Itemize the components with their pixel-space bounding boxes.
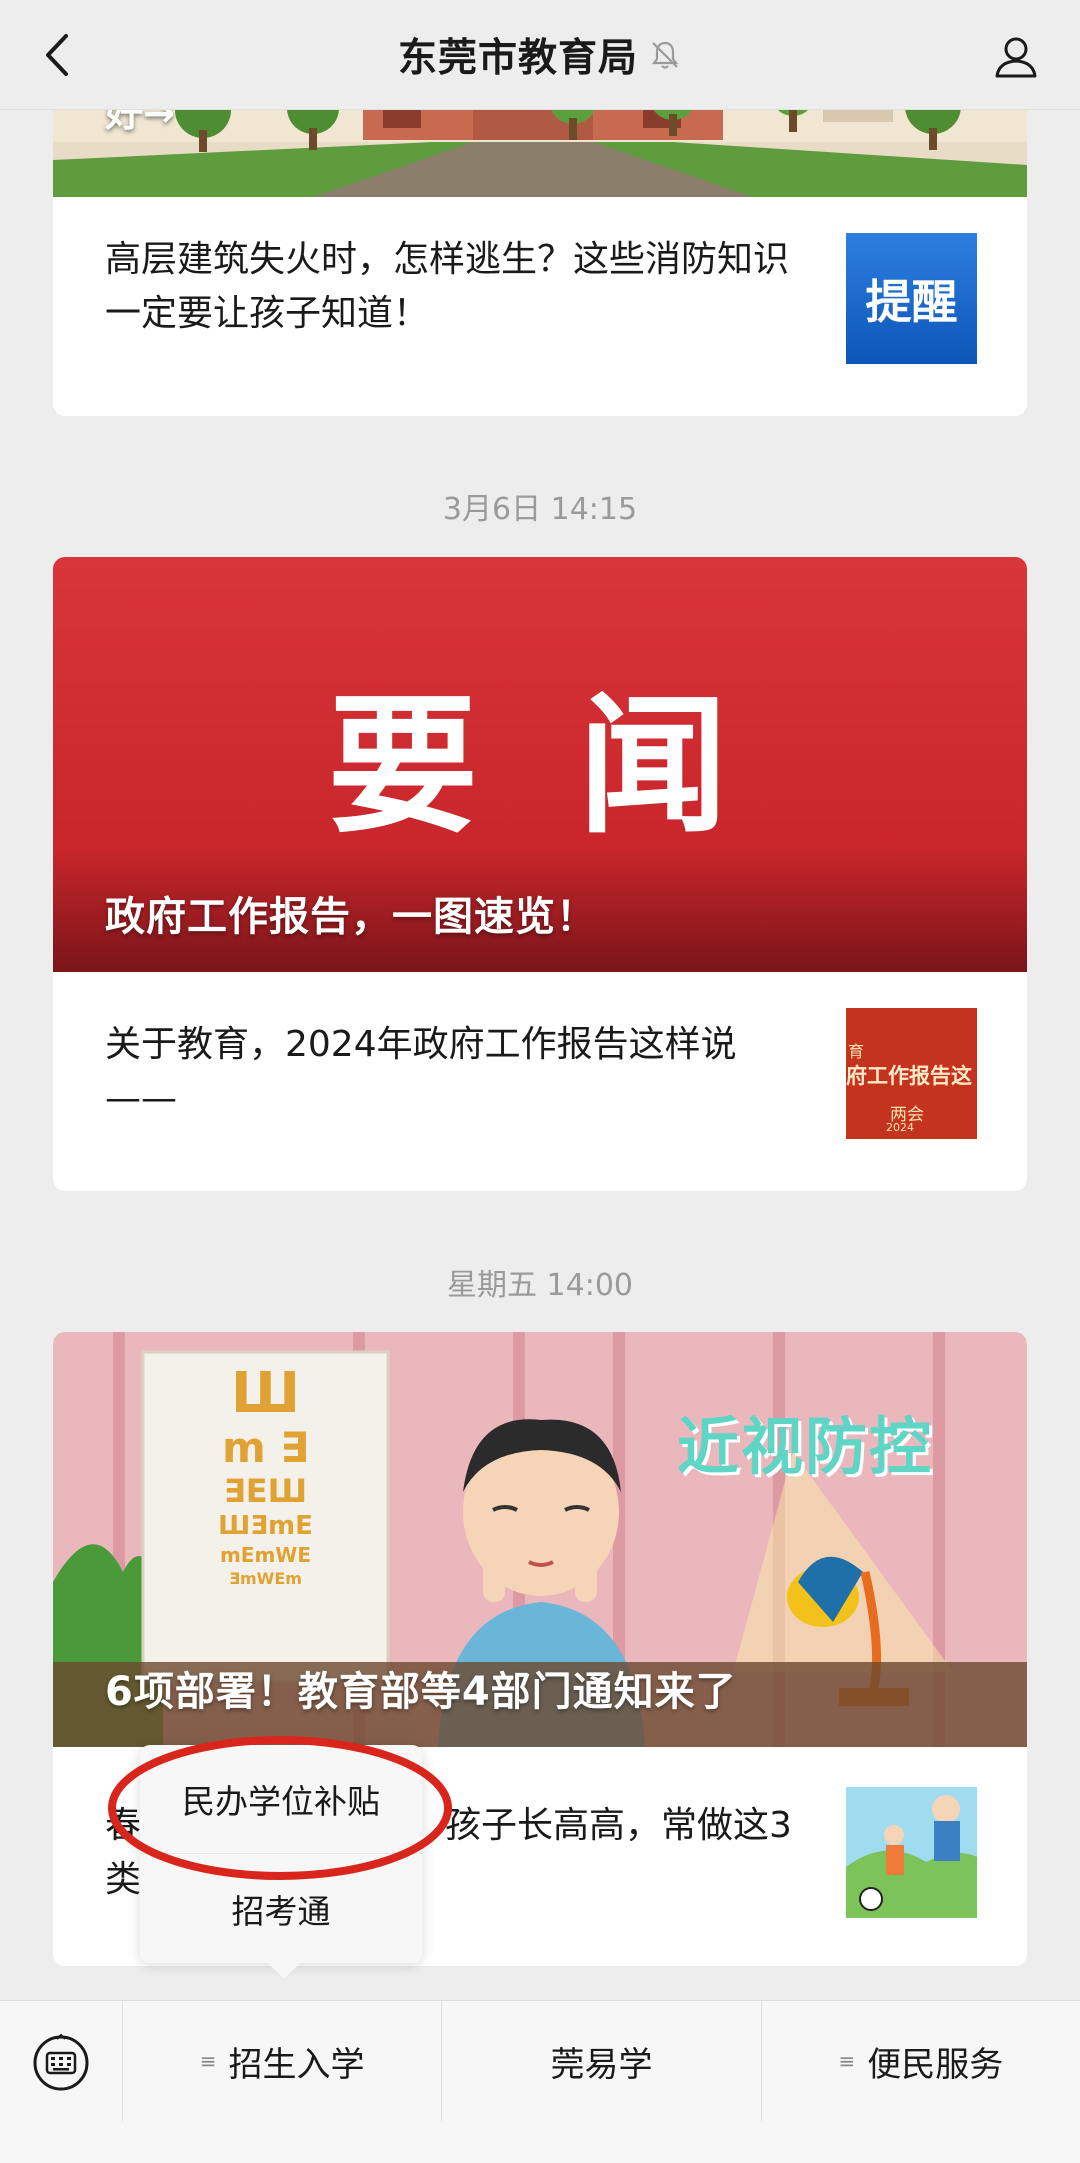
- back-button[interactable]: [30, 28, 84, 82]
- keyboard-toggle-button[interactable]: [0, 2001, 122, 2121]
- article-cover[interactable]: 要 闻 政府工作报告，一图速览！: [53, 557, 1027, 972]
- submenu-indicator-icon: ≡: [838, 2049, 856, 2073]
- top-bar: 东莞市教育局: [0, 0, 1080, 110]
- submenu-item-exam-service[interactable]: 招考通: [140, 1854, 422, 1963]
- cover-title: 6项部署！教育部等4部门通知来了: [105, 1669, 737, 1715]
- eye-chart-row: ШƎmE: [218, 1511, 313, 1541]
- article-thumbnail: [846, 1787, 977, 1918]
- article-sub-item[interactable]: 高层建筑失火时，怎样逃生？这些消防知识一定要让孩子知道！ 提醒: [53, 197, 1027, 415]
- title-group: 东莞市教育局: [398, 27, 682, 83]
- article-cover[interactable]: Ш m ∃ ∃EШ ШƎmE mEmWE ƎmWEm 近视防控 6项部署！教育部…: [53, 1332, 1027, 1747]
- article-sub-title-left: 春: [105, 1805, 142, 1846]
- eye-chart-row: mEmWE: [219, 1543, 312, 1567]
- eye-chart-row: Ш: [230, 1361, 301, 1426]
- article-thumbnail: 育 府工作报告这 两会 2024: [846, 1008, 977, 1139]
- bottom-menu-bar: ≡ 招生入学 莞易学 ≡ 便民服务: [0, 2000, 1080, 2163]
- eye-chart-row: m ∃: [221, 1423, 310, 1472]
- submenu-pointer: [268, 1963, 300, 1979]
- article-sub-title: 高层建筑失火时，怎样逃生？这些消防知识一定要让孩子知道！: [105, 239, 790, 334]
- cover-title: 政府工作报告，一图速览！: [105, 894, 597, 940]
- article-sub-item[interactable]: 关于教育，2024年政府工作报告这样说—— 育 府工作报告这 两会 2024: [53, 972, 1027, 1190]
- article-thumbnail: 提醒: [846, 233, 977, 364]
- eye-chart: Ш m ∃ ∃EШ ШƎmE mEmWE ƎmWEm: [148, 1364, 383, 1590]
- profile-button[interactable]: [988, 28, 1044, 84]
- cover-badge: 近视防控: [677, 1410, 934, 1483]
- chat-screen: 东莞市教育局 好→ 高层建筑失火时，怎样逃生？这些消防知识一定要让孩子知道！ 提…: [0, 0, 1080, 2163]
- eye-chart-row: ∃EШ: [223, 1472, 308, 1510]
- submenu-popup: 民办学位补贴 招考通: [140, 1745, 422, 1979]
- menu-item-label: 便民服务: [867, 2044, 1004, 2085]
- thumb-line: 府工作报告这: [846, 1064, 972, 1088]
- menu-item-guan-yi-xue[interactable]: 莞易学: [441, 2001, 760, 2121]
- cover-headline-big: 要 闻: [327, 680, 753, 854]
- thumb-illustration: [846, 1787, 977, 1918]
- chevron-left-icon: [46, 34, 68, 76]
- person-icon: [995, 37, 1037, 78]
- article-card-gov-report[interactable]: 要 闻 政府工作报告，一图速览！ 关于教育，2024年政府工作报告这样说—— 育…: [53, 557, 1027, 1191]
- article-sub-title: 关于教育，2024年政府工作报告这样说——: [105, 1024, 737, 1119]
- menu-item-label: 莞易学: [550, 2044, 653, 2085]
- submenu-indicator-icon: ≡: [199, 2049, 217, 2073]
- message-timestamp: 星期五 14:00: [447, 1268, 633, 1303]
- keyboard-icon: [33, 2033, 89, 2091]
- article-card-fire-safety[interactable]: 好→ 高层建筑失火时，怎样逃生？这些消防知识一定要让孩子知道！ 提醒: [53, 70, 1027, 416]
- menu-item-public-services[interactable]: ≡ 便民服务: [760, 2001, 1080, 2121]
- eye-chart-row: ƎmWEm: [229, 1569, 302, 1588]
- menu-item-label: 招生入学: [228, 2044, 365, 2085]
- thumb-line: 育: [848, 1042, 865, 1061]
- thumb-line: 2024: [886, 1121, 914, 1134]
- thumb-label: 提醒: [865, 274, 958, 329]
- article-sub-title-left-line2: 类: [105, 1859, 142, 1900]
- message-timestamp: 3月6日 14:15: [442, 492, 638, 527]
- page-title: 东莞市教育局: [397, 35, 638, 81]
- submenu-item-private-school-subsidy[interactable]: 民办学位补贴: [140, 1745, 422, 1854]
- article-sub-title-right: 孩子长高高，常做这3: [445, 1805, 792, 1846]
- menu-item-enrollment[interactable]: ≡ 招生入学: [122, 2001, 441, 2121]
- bell-off-icon: [651, 41, 679, 69]
